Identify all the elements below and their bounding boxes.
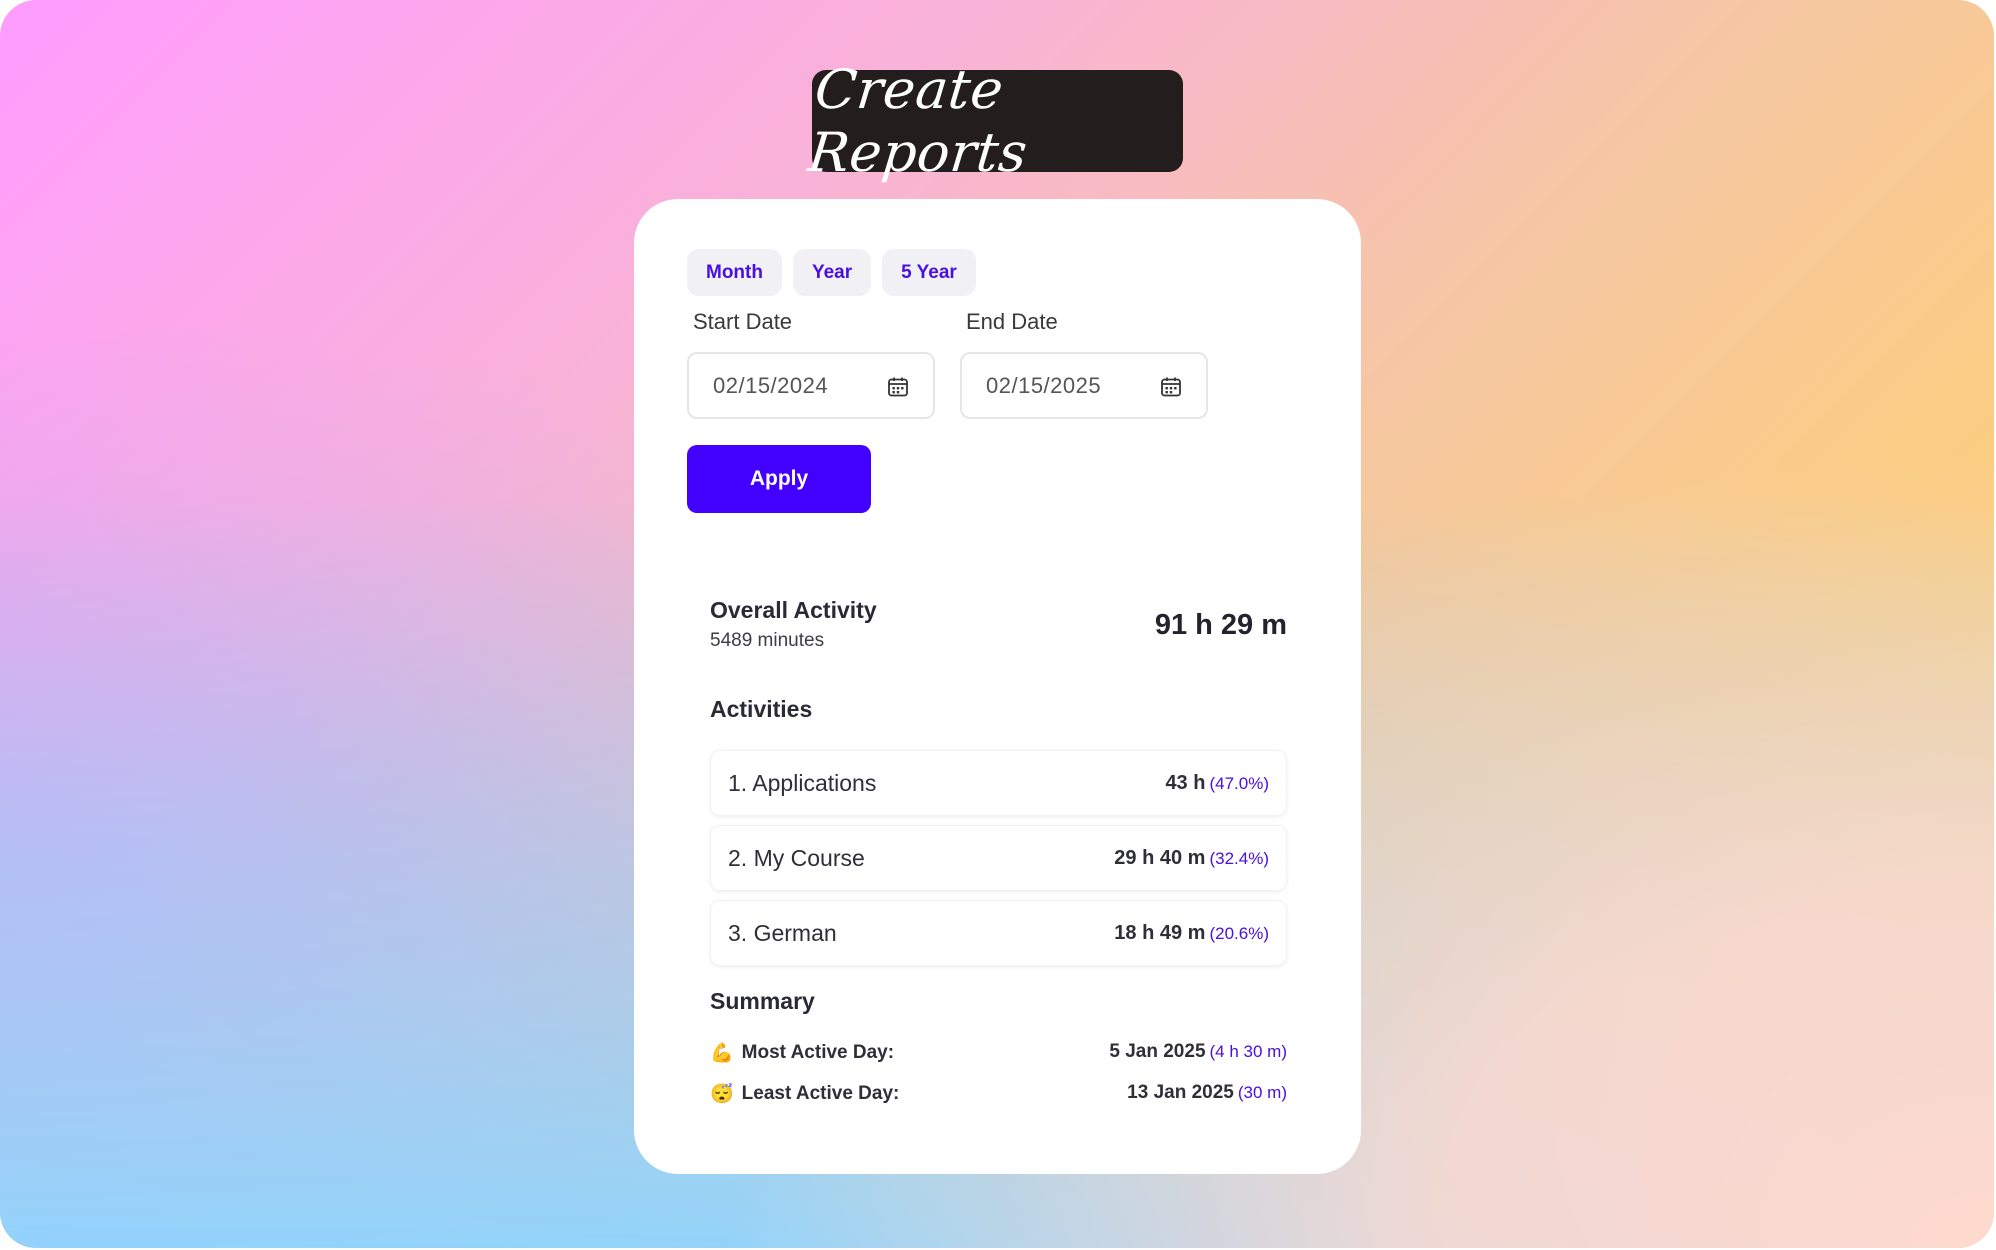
calendar-icon[interactable]	[1160, 376, 1182, 398]
activity-percent: (20.6%)	[1209, 924, 1269, 943]
start-date-value: 02/15/2024	[713, 372, 829, 398]
end-date-value: 02/15/2025	[986, 372, 1102, 398]
end-date-field[interactable]: 02/15/2025	[960, 352, 1208, 419]
activity-name: 2. My Course	[728, 845, 865, 871]
calendar-icon[interactable]	[887, 376, 909, 398]
summary-most-active: 💪 Most Active Day: 5 Jan 2025 (4 h 30 m)	[710, 1041, 1287, 1069]
activity-percent: (47.0%)	[1209, 774, 1269, 793]
start-date-field[interactable]: 02/15/2024	[687, 352, 935, 419]
page-title: Create Reports	[805, 58, 1031, 184]
activity-row: 2. My Course 29 h 40 m (32.4%)	[710, 825, 1287, 891]
sleeping-face-icon: 😴	[710, 1084, 734, 1105]
tab-month[interactable]: Month	[687, 249, 782, 296]
tab-5-year[interactable]: 5 Year	[882, 249, 976, 296]
report-card: Month Year 5 Year Start Date End Date 02…	[634, 199, 1361, 1174]
overall-minutes: 5489 minutes	[710, 630, 825, 651]
page-title-banner: Create Reports	[805, 58, 1183, 184]
activity-name: 1. Applications	[728, 770, 877, 796]
tab-year[interactable]: Year	[792, 249, 872, 296]
activity-row: 3. German 18 h 49 m (20.6%)	[710, 900, 1287, 966]
activity-time: 43 h (47.0%)	[1165, 772, 1269, 794]
most-active-label: Most Active Day:	[741, 1042, 895, 1063]
most-active-duration: (4 h 30 m)	[1209, 1042, 1287, 1061]
most-active-date: 5 Jan 2025	[1109, 1041, 1206, 1062]
flexed-biceps-icon: 💪	[710, 1043, 734, 1064]
activity-time: 29 h 40 m (32.4%)	[1114, 847, 1269, 869]
summary-title: Summary	[710, 988, 815, 1014]
period-tabs: Month Year 5 Year	[687, 249, 976, 296]
activity-percent: (32.4%)	[1209, 849, 1269, 868]
least-active-label: Least Active Day:	[741, 1083, 900, 1104]
activity-name: 3. German	[728, 920, 837, 946]
end-date-label: End Date	[966, 309, 1058, 334]
apply-button[interactable]: Apply	[687, 445, 871, 513]
overall-total: 91 h 29 m	[1154, 609, 1287, 641]
least-active-date: 13 Jan 2025	[1127, 1082, 1234, 1103]
activity-time: 18 h 49 m (20.6%)	[1114, 922, 1269, 944]
activities-title: Activities	[710, 696, 813, 722]
overall-activity-title: Overall Activity	[710, 597, 877, 623]
start-date-label: Start Date	[693, 309, 793, 334]
least-active-duration: (30 m)	[1237, 1083, 1287, 1102]
summary-least-active: 😴 Least Active Day: 13 Jan 2025 (30 m)	[710, 1082, 1287, 1110]
activity-row: 1. Applications 43 h (47.0%)	[710, 750, 1287, 816]
